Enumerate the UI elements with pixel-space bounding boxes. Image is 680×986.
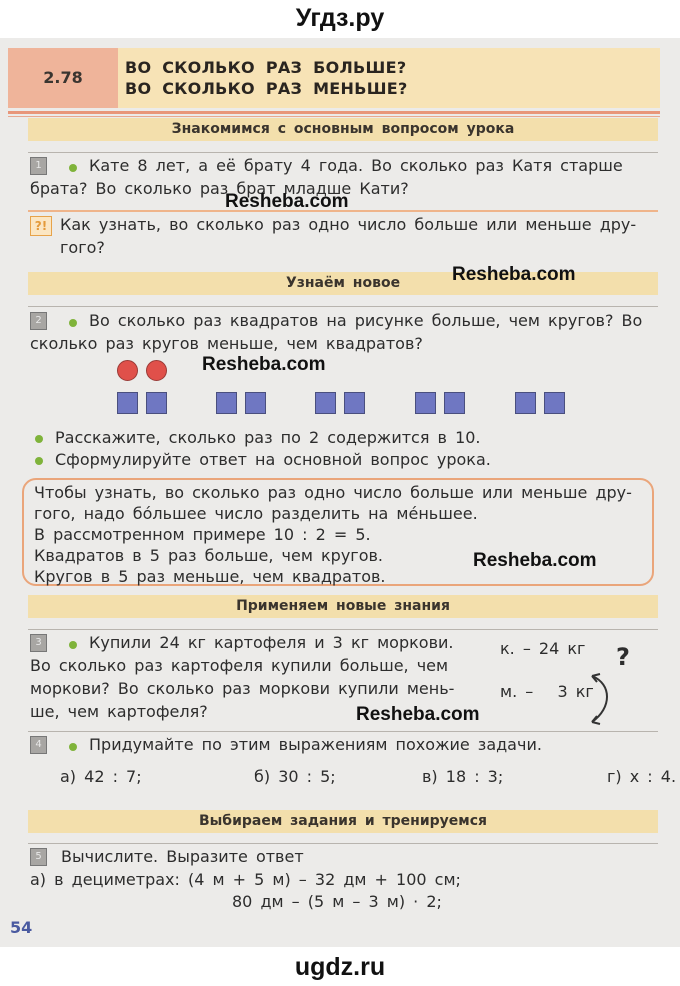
task5-line2: 80 дм – (5 м – 3 м) · 2; [232,892,442,911]
rule-line1: Чтобы узнать, во сколько раз одно число … [34,483,632,502]
rule-line4: Квадратов в 5 раз больше, чем кругов. [34,546,383,565]
task5-line1: а) в дециметрах: (4 м + 5 м) – 32 дм + 1… [30,870,461,889]
task4-item-b: б) 30 : 5; [254,767,336,786]
task3-text-line3: моркови? Во сколько раз моркови купили м… [30,679,455,698]
divider [28,731,658,732]
red-circle [146,360,167,381]
watermark: Resheba.com [473,550,597,571]
green-bullet-icon [35,457,43,465]
task3-text-line1: Купили 24 кг картофеля и 3 кг моркови. [89,633,454,652]
watermark: Resheba.com [202,354,326,375]
task4-text: Придумайте по этим выражениям похожие за… [89,735,542,754]
divider [28,843,658,844]
divider-orange [28,210,658,212]
green-bullet-icon [69,743,77,751]
lesson-title-line2: ВО СКОЛЬКО РАЗ МЕНЬШЕ? [125,79,408,98]
task-number-badge: 3 [30,634,47,652]
task-number-badge: 1 [30,157,47,175]
task-number-badge: 4 [30,736,47,754]
lesson-title: ВО СКОЛЬКО РАЗ БОЛЬШЕ? ВО СКОЛЬКО РАЗ МЕ… [125,57,408,99]
site-header-label: Угдз.ру [0,0,680,38]
blue-square [444,392,465,414]
task2-text-line2: сколько раз кругов меньше, чем квадратов… [30,334,423,353]
blue-square [344,392,365,414]
scheme-carrots: м. – 3 кг [500,682,594,701]
blue-square [216,392,237,414]
blue-square [315,392,336,414]
lesson-header: 2.78 ВО СКОЛЬКО РАЗ БОЛЬШЕ? ВО СКОЛЬКО Р… [8,48,660,108]
textbook-page: 2.78 ВО СКОЛЬКО РАЗ БОЛЬШЕ? ВО СКОЛЬКО Р… [0,38,680,947]
watermark: Resheba.com [356,704,480,725]
task-number-badge: 5 [30,848,47,866]
divider [28,306,658,307]
task2-bullet2: Сформулируйте ответ на основной вопрос у… [55,450,491,469]
rule-line5: Кругов в 5 раз меньше, чем квадратов. [34,567,386,586]
problem-question-icon: ?! [30,216,52,236]
rule-line3: В рассмотренном примере 10 : 2 = 5. [34,525,371,544]
problem-text-line1: Как узнать, во сколько раз одно число бо… [60,215,637,234]
task2-text-line1: Во сколько раз квадратов на рисунке боль… [89,311,643,330]
task-number-badge: 2 [30,312,47,330]
blue-square [544,392,565,414]
blue-square [515,392,536,414]
task4-item-a: а) 42 : 7; [60,767,142,786]
blue-square [117,392,138,414]
green-bullet-icon [69,641,77,649]
section-apply-heading: Применяем новые знания [28,595,658,618]
section-practice-heading: Выбираем задания и тренируемся [28,810,658,833]
blue-square [245,392,266,414]
divider [28,152,658,153]
scheme-question-mark: ? [616,643,630,671]
task5-text: Вычислите. Выразите ответ [61,847,304,866]
problem-text-line2: гого? [60,238,105,257]
page-number: 54 [10,918,33,937]
task3-text-line4: ше, чем картофеля? [30,702,208,721]
rule-line2: гого, надо бóльшее число разделить на мé… [34,504,478,523]
task3-text-line2: Во сколько раз картофеля купили больше, … [30,656,449,675]
section-intro-heading: Знакомимся с основным вопросом урока [28,118,658,141]
double-arrow-icon [591,673,608,725]
divider [28,629,658,630]
header-divider-thin [8,116,660,117]
blue-square [146,392,167,414]
task4-item-c: в) 18 : 3; [422,767,504,786]
red-circle [117,360,138,381]
watermark: Resheba.com [452,264,576,285]
green-bullet-icon [69,164,77,172]
lesson-number: 2.78 [8,48,118,108]
scheme-potatoes: к. – 24 кг [500,639,586,658]
lesson-title-line1: ВО СКОЛЬКО РАЗ БОЛЬШЕ? [125,58,407,77]
site-footer-label: ugdz.ru [0,947,680,986]
task1-text-line2: брата? Во сколько раз брат младше Кати? [30,179,409,198]
task2-bullet1: Расскажите, сколько раз по 2 содержится … [55,428,481,447]
blue-square [415,392,436,414]
green-bullet-icon [35,435,43,443]
task1-text-line1: Кате 8 лет, а её брату 4 года. Во скольк… [89,156,623,175]
task4-item-d: г) x : 4. [607,767,677,786]
green-bullet-icon [69,319,77,327]
header-divider [8,111,660,114]
